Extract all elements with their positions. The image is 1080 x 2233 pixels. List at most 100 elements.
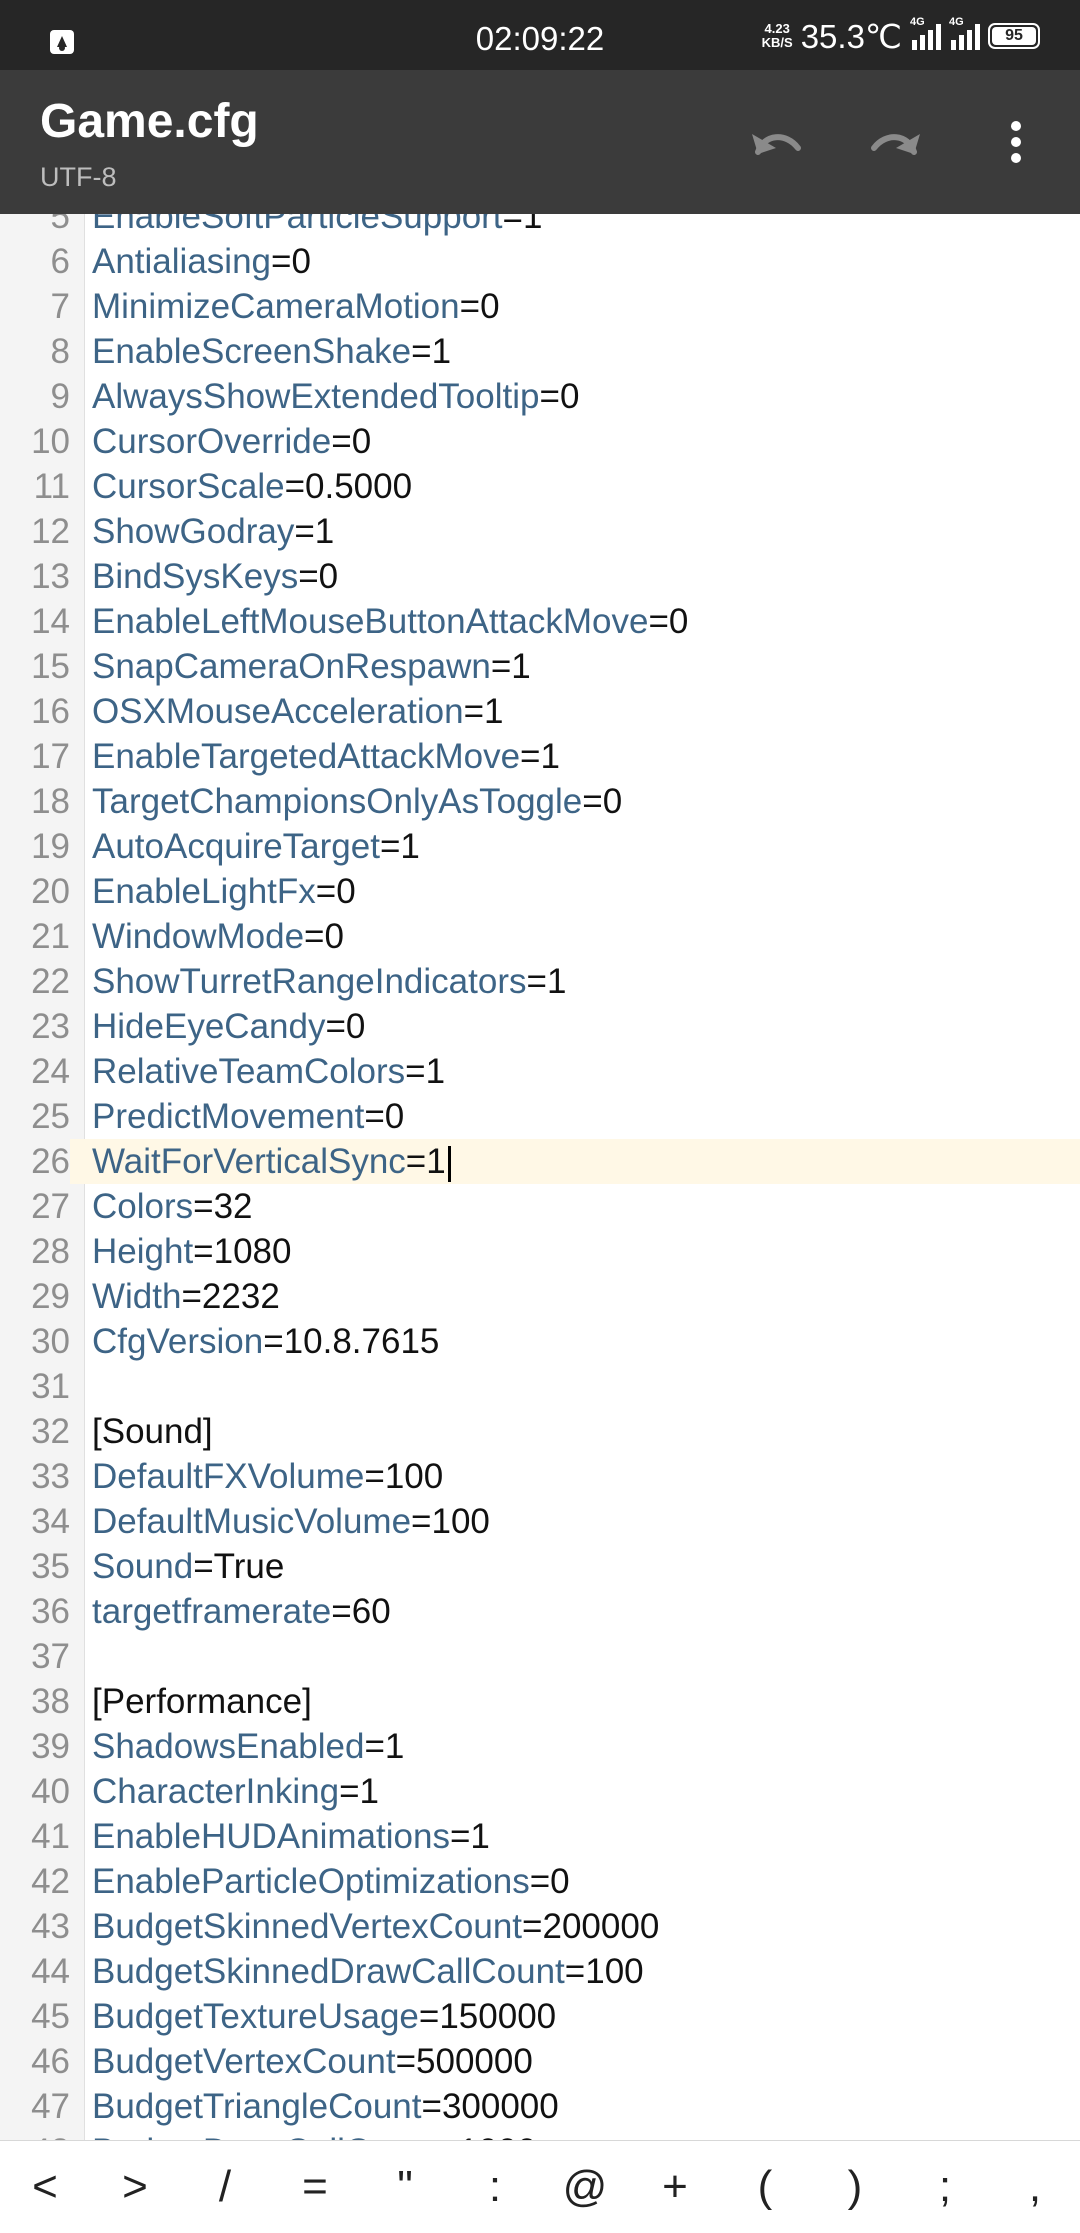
text-editor[interactable]: 5 EnableSoftParticleSupport=1 6 Antialiasin… [0, 214, 1080, 2140]
line-content[interactable]: EnableSoftParticleSupport=1 [92, 214, 542, 239]
line-content[interactable]: BudgetVertexCount=500000 [92, 2039, 533, 2084]
more-options-button[interactable] [984, 110, 1048, 174]
code-line[interactable]: 36 targetframerate=60 [0, 1589, 1080, 1634]
file-encoding[interactable]: UTF-8 [40, 162, 117, 193]
line-content[interactable]: ShadowsEnabled=1 [92, 1724, 404, 1769]
code-line[interactable]: 27 Colors=32 [0, 1184, 1080, 1229]
code-line[interactable]: 39 ShadowsEnabled=1 [0, 1724, 1080, 1769]
line-content[interactable]: OSXMouseAcceleration=1 [92, 689, 504, 734]
line-content[interactable]: [Sound] [92, 1409, 213, 1454]
code-line[interactable]: 6 Antialiasing=0 [0, 239, 1080, 284]
symbol-key[interactable]: / [185, 2162, 265, 2212]
code-line[interactable]: 48 BudgetDrawCallCount=1000 [0, 2129, 1080, 2140]
code-line[interactable]: 18 TargetChampionsOnlyAsToggle=0 [0, 779, 1080, 824]
line-content[interactable]: CursorScale=0.5000 [92, 464, 412, 509]
line-content[interactable]: PredictMovement=0 [92, 1094, 404, 1139]
line-content[interactable]: ShowTurretRangeIndicators=1 [92, 959, 566, 1004]
line-content[interactable]: ShowGodray=1 [92, 509, 334, 554]
symbol-key[interactable]: ( [725, 2162, 805, 2212]
code-line[interactable]: 17 EnableTargetedAttackMove=1 [0, 734, 1080, 779]
code-line[interactable]: 7 MinimizeCameraMotion=0 [0, 284, 1080, 329]
code-line[interactable]: 13 BindSysKeys=0 [0, 554, 1080, 599]
code-line[interactable]: 22 ShowTurretRangeIndicators=1 [0, 959, 1080, 1004]
line-content[interactable]: AlwaysShowExtendedTooltip=0 [92, 374, 579, 419]
line-content[interactable]: BudgetTextureUsage=150000 [92, 1994, 556, 2039]
undo-button[interactable] [740, 110, 812, 174]
code-line[interactable]: 43 BudgetSkinnedVertexCount=200000 [0, 1904, 1080, 1949]
code-line[interactable]: 40 CharacterInking=1 [0, 1769, 1080, 1814]
symbol-key[interactable]: : [455, 2162, 535, 2212]
symbol-key[interactable]: , [995, 2162, 1075, 2212]
code-line[interactable]: 31 [0, 1364, 1080, 1409]
code-line[interactable]: 46 BudgetVertexCount=500000 [0, 2039, 1080, 2084]
line-content[interactable]: CharacterInking=1 [92, 1769, 379, 1814]
line-content[interactable]: WaitForVerticalSync=1 [92, 1139, 451, 1184]
code-line[interactable]: 9 AlwaysShowExtendedTooltip=0 [0, 374, 1080, 419]
code-line[interactable]: 14 EnableLeftMouseButtonAttackMove=0 [0, 599, 1080, 644]
code-line[interactable]: 28 Height=1080 [0, 1229, 1080, 1274]
symbol-key[interactable]: = [275, 2162, 355, 2212]
code-line[interactable]: 30 CfgVersion=10.8.7615 [0, 1319, 1080, 1364]
line-content[interactable]: CursorOverride=0 [92, 419, 371, 464]
line-content[interactable]: EnableParticleOptimizations=0 [92, 1859, 570, 1904]
line-content[interactable]: BudgetDrawCallCount=1000 [92, 2129, 537, 2140]
code-line[interactable]: 35 Sound=True [0, 1544, 1080, 1589]
line-content[interactable]: SnapCameraOnRespawn=1 [92, 644, 531, 689]
line-content[interactable]: [Performance] [92, 1679, 312, 1724]
line-content[interactable]: AutoAcquireTarget=1 [92, 824, 420, 869]
editor-lines[interactable]: 5 EnableSoftParticleSupport=1 6 Antialiasin… [0, 214, 1080, 2140]
code-line[interactable]: 32 [Sound] [0, 1409, 1080, 1454]
code-line[interactable]: 26 WaitForVerticalSync=1 [0, 1139, 1080, 1184]
line-content[interactable]: Sound=True [92, 1544, 284, 1589]
code-line[interactable]: 15 SnapCameraOnRespawn=1 [0, 644, 1080, 689]
line-content[interactable]: EnableLightFx=0 [92, 869, 356, 914]
code-line[interactable]: 45 BudgetTextureUsage=150000 [0, 1994, 1080, 2039]
line-content[interactable]: Height=1080 [92, 1229, 292, 1274]
line-content[interactable]: EnableTargetedAttackMove=1 [92, 734, 560, 779]
line-content[interactable]: BudgetSkinnedVertexCount=200000 [92, 1904, 659, 1949]
code-line[interactable]: 11 CursorScale=0.5000 [0, 464, 1080, 509]
symbol-key[interactable]: ) [815, 2162, 895, 2212]
symbol-key[interactable]: + [635, 2162, 715, 2212]
line-content[interactable]: targetframerate=60 [92, 1589, 391, 1634]
code-line[interactable]: 23 HideEyeCandy=0 [0, 1004, 1080, 1049]
code-line[interactable]: 24 RelativeTeamColors=1 [0, 1049, 1080, 1094]
code-line[interactable]: 5 EnableSoftParticleSupport=1 [0, 214, 1080, 239]
code-line[interactable]: 8 EnableScreenShake=1 [0, 329, 1080, 374]
symbol-key[interactable]: < [5, 2162, 85, 2212]
line-content[interactable]: CfgVersion=10.8.7615 [92, 1319, 439, 1364]
code-line[interactable]: 25 PredictMovement=0 [0, 1094, 1080, 1139]
code-line[interactable]: 29 Width=2232 [0, 1274, 1080, 1319]
line-content[interactable]: EnableHUDAnimations=1 [92, 1814, 490, 1859]
code-line[interactable]: 12 ShowGodray=1 [0, 509, 1080, 554]
line-content[interactable]: Width=2232 [92, 1274, 280, 1319]
code-line[interactable]: 10 CursorOverride=0 [0, 419, 1080, 464]
line-content[interactable]: Colors=32 [92, 1184, 253, 1229]
line-content[interactable]: TargetChampionsOnlyAsToggle=0 [92, 779, 622, 824]
code-line[interactable]: 19 AutoAcquireTarget=1 [0, 824, 1080, 869]
line-content[interactable]: BudgetSkinnedDrawCallCount=100 [92, 1949, 644, 1994]
code-line[interactable]: 33 DefaultFXVolume=100 [0, 1454, 1080, 1499]
line-content[interactable]: DefaultMusicVolume=100 [92, 1499, 490, 1544]
line-content[interactable]: BindSysKeys=0 [92, 554, 338, 599]
redo-button[interactable] [860, 110, 932, 174]
code-line[interactable]: 44 BudgetSkinnedDrawCallCount=100 [0, 1949, 1080, 1994]
code-line[interactable]: 21 WindowMode=0 [0, 914, 1080, 959]
line-content[interactable]: MinimizeCameraMotion=0 [92, 284, 500, 329]
code-line[interactable]: 34 DefaultMusicVolume=100 [0, 1499, 1080, 1544]
code-line[interactable]: 37 [0, 1634, 1080, 1679]
line-content[interactable]: EnableScreenShake=1 [92, 329, 451, 374]
symbol-key[interactable]: @ [545, 2162, 625, 2212]
code-line[interactable]: 16 OSXMouseAcceleration=1 [0, 689, 1080, 734]
line-content[interactable]: DefaultFXVolume=100 [92, 1454, 443, 1499]
code-line[interactable]: 41 EnableHUDAnimations=1 [0, 1814, 1080, 1859]
code-line[interactable]: 38 [Performance] [0, 1679, 1080, 1724]
line-content[interactable]: RelativeTeamColors=1 [92, 1049, 445, 1094]
line-content[interactable]: EnableLeftMouseButtonAttackMove=0 [92, 599, 688, 644]
symbol-key[interactable]: ; [905, 2162, 985, 2212]
code-line[interactable]: 20 EnableLightFx=0 [0, 869, 1080, 914]
code-line[interactable]: 47 BudgetTriangleCount=300000 [0, 2084, 1080, 2129]
line-content[interactable]: WindowMode=0 [92, 914, 344, 959]
line-content[interactable]: BudgetTriangleCount=300000 [92, 2084, 559, 2129]
symbol-key[interactable]: " [365, 2162, 445, 2212]
